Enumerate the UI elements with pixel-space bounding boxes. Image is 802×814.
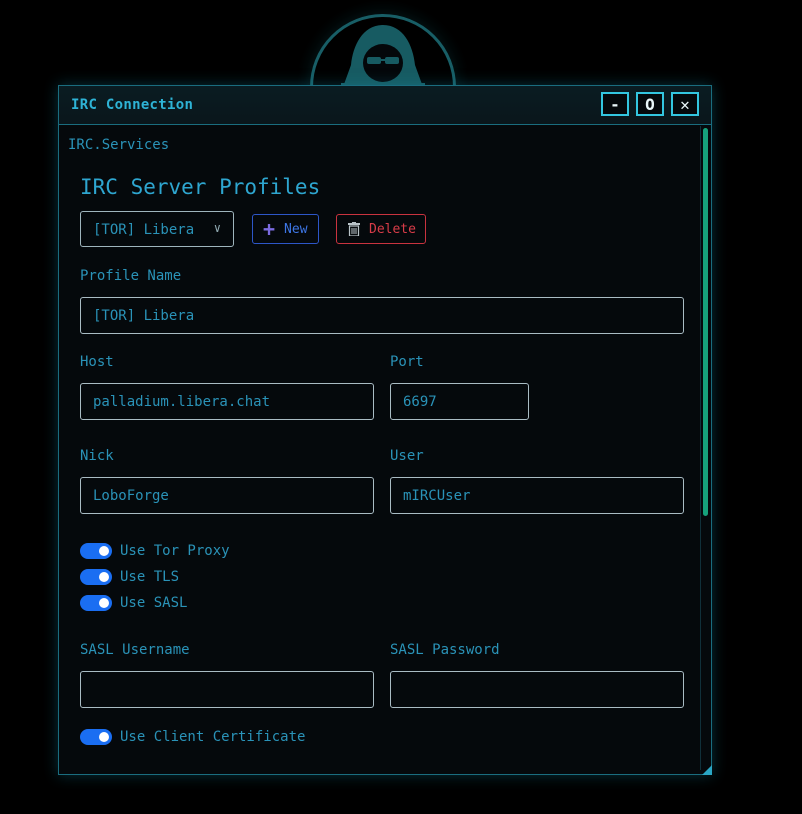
host-input[interactable]: palladium.libera.chat — [80, 383, 374, 420]
sasl-toggle-row[interactable]: Use SASL — [80, 595, 187, 611]
sasl-password-label: SASL Password — [390, 642, 500, 658]
trash-icon — [348, 222, 360, 236]
tor-proxy-label: Use Tor Proxy — [120, 543, 230, 559]
page-heading: IRC Server Profiles — [80, 175, 321, 199]
resize-grip[interactable] — [702, 765, 712, 775]
tor-proxy-toggle-row[interactable]: Use Tor Proxy — [80, 543, 230, 559]
scrollbar-thumb[interactable] — [703, 128, 708, 516]
delete-profile-button[interactable]: Delete — [336, 214, 426, 244]
new-profile-button[interactable]: + New — [252, 214, 319, 244]
sasl-username-input[interactable] — [80, 671, 374, 708]
title-bar[interactable]: IRC Connection - O ✕ — [59, 86, 711, 125]
client-cert-toggle-row[interactable]: Use Client Certificate — [80, 729, 305, 745]
section-label: IRC.Services — [68, 137, 170, 153]
client-cert-label: Use Client Certificate — [120, 729, 306, 745]
maximize-button[interactable]: O — [636, 92, 664, 116]
port-label: Port — [390, 354, 424, 370]
profile-name-input[interactable]: [TOR] Libera — [80, 297, 684, 334]
window-title: IRC Connection — [71, 97, 194, 113]
window-content: IRC.Services IRC Server Profiles [TOR] L… — [59, 125, 711, 774]
delete-button-label: Delete — [369, 221, 416, 237]
tor-proxy-toggle[interactable] — [80, 543, 112, 559]
port-input[interactable]: 6697 — [390, 383, 529, 420]
tls-toggle[interactable] — [80, 569, 112, 585]
minimize-button[interactable]: - — [601, 92, 629, 116]
vertical-scrollbar[interactable] — [700, 126, 711, 770]
chevron-down-icon: ∨ — [213, 221, 221, 235]
tls-label: Use TLS — [120, 569, 180, 585]
user-label: User — [390, 448, 424, 464]
new-button-label: New — [284, 221, 308, 237]
client-cert-toggle[interactable] — [80, 729, 112, 745]
sasl-toggle[interactable] — [80, 595, 112, 611]
nick-input[interactable]: LoboForge — [80, 477, 374, 514]
sasl-username-label: SASL Username — [80, 642, 190, 658]
host-label: Host — [80, 354, 114, 370]
profile-select-value: [TOR] Libera — [93, 222, 195, 238]
irc-connection-window: IRC Connection - O ✕ IRC.Services IRC Se… — [58, 85, 712, 775]
profile-select[interactable]: [TOR] Libera ∨ — [80, 211, 234, 247]
tls-toggle-row[interactable]: Use TLS — [80, 569, 179, 585]
nick-label: Nick — [80, 448, 114, 464]
sasl-label: Use SASL — [120, 595, 188, 611]
close-button[interactable]: ✕ — [671, 92, 699, 116]
plus-icon: + — [263, 217, 276, 241]
user-input[interactable]: mIRCUser — [390, 477, 684, 514]
sasl-password-input[interactable] — [390, 671, 684, 708]
profile-name-label: Profile Name — [80, 268, 182, 284]
